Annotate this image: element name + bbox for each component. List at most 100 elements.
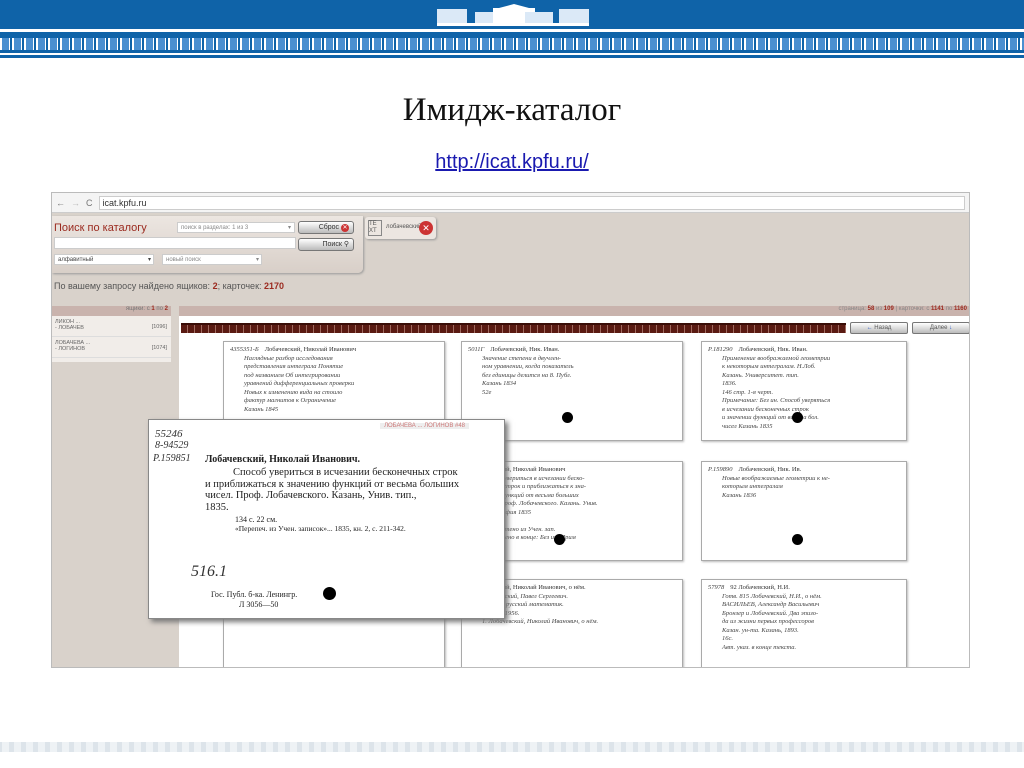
drawer-list: ящики: с 1 по 2 ЛИКОН ... - ЛОБАЧЕВ [1096]… — [52, 306, 171, 362]
catalog-card[interactable]: Р.181290 Лобачевский, Ник. Иван. Применени… — [701, 341, 907, 441]
catalog-screenshot: ← → C icat.kpfu.ru Поиск по каталогу пои… — [51, 192, 970, 668]
card-line: фактур магнитов к Ограничение — [244, 397, 337, 404]
card-line: под названием Об интегрировании — [244, 371, 341, 379]
card-hole — [792, 534, 803, 545]
reload-icon[interactable]: C — [86, 198, 93, 208]
card-line: Бронзер и Лобачевский. Два эпизо- — [722, 609, 819, 617]
address-bar[interactable]: icat.kpfu.ru — [98, 195, 965, 210]
search-button[interactable]: Поиск ⚲ — [298, 238, 354, 251]
search-term: лобачевский — [386, 224, 422, 230]
forward-icon[interactable]: → — [71, 198, 80, 208]
mode-select[interactable]: новый поиск ▾ — [162, 254, 262, 265]
card-line: 92 Лобачевский, Н.И. — [730, 584, 790, 591]
card-line: представления интеграла Понятие — [244, 363, 344, 370]
card-hole — [792, 412, 803, 423]
handwritten-mark: 8-94529 — [155, 440, 189, 451]
card-number: 4355351-Б — [230, 346, 259, 353]
card-line: уравнений дифференциальных проверки — [244, 380, 355, 387]
search-input[interactable] — [54, 237, 296, 249]
card-number: Р.159890 — [708, 466, 733, 473]
section-select[interactable]: поиск в разделах: 1 из 3 ▾ — [177, 222, 295, 233]
magnifier-icon: ⚲ — [343, 241, 349, 248]
card-viewer: страница: 58 из 109 | карточки: с 1141 п… — [148, 306, 969, 667]
card-line: Наглядные разбор исследования — [244, 354, 333, 362]
card-line: Применение воображаемой геометрии — [722, 354, 831, 362]
card-note: «Перепеч. из Учен. записок»... 1835, кн.… — [235, 524, 406, 533]
slide-title: Имидж-каталог — [402, 92, 622, 128]
footer-ornament — [0, 738, 1024, 768]
slide-header — [0, 0, 1024, 29]
card-line: 16с. — [722, 635, 734, 642]
catalog-card[interactable]: Р.159890 Лобачевский, Ник. Ив. Новые вообр… — [701, 461, 907, 561]
drawer-item[interactable]: ЛИКОН ... - ЛОБАЧЕВ [1096] — [52, 316, 171, 337]
arrow-left-icon: ← — [866, 325, 873, 331]
pager-info: страница: 58 из 109 | карточки: с 1141 п… — [179, 306, 969, 316]
search-panel: Поиск по каталогу поиск в разделах: 1 из… — [52, 216, 363, 273]
catalog-card[interactable]: 57978 92 Лобачевский, Н.И. Готв. 815 Лобач… — [701, 579, 907, 667]
card-line: Казань. Университет. тип. — [722, 371, 799, 379]
shelf-mark: 516.1 — [191, 563, 227, 580]
card-line: 146 стр. 1-я черт. — [722, 388, 774, 396]
arrow-down-icon: ↓ — [949, 325, 953, 331]
card-line: Лобачевский, Ник. Ив. — [738, 466, 802, 473]
card-title: Способ увериться в исчезании бесконечных… — [205, 467, 460, 513]
next-button[interactable]: Далее ↓ — [912, 322, 969, 334]
card-line: ВАСИЛЬЕВ, Александр Васильевич — [722, 601, 820, 608]
back-button[interactable]: ← Назад — [850, 322, 908, 334]
card-preview-popup: ЛОБАЧЕВА ... ЛОГИНОВ #48 55246 8-94529 Р… — [148, 419, 505, 619]
meander-ornament — [0, 29, 1024, 58]
handwritten-mark: Р.159851 — [153, 453, 191, 464]
card-pages: 134 с. 22 см. — [235, 515, 278, 524]
card-number: 57978 — [708, 584, 725, 591]
popup-drawer-label: ЛОБАЧЕВА ... ЛОГИНОВ #48 — [380, 423, 469, 429]
reset-button[interactable]: Сброс ✕ — [298, 221, 354, 234]
card-line: Казань 1845 — [244, 405, 279, 413]
card-line: к некоторым интегралам. Н.Лоб. — [722, 363, 816, 370]
back-icon[interactable]: ← — [56, 198, 65, 208]
card-number: 5011Г — [468, 346, 485, 353]
results-summary: По вашему запросу найдено ящиков: 2; кар… — [54, 281, 285, 291]
card-hole — [323, 587, 336, 600]
card-line: Лобачевский, Ник. Иван. — [490, 346, 560, 353]
catalog-link[interactable]: http://icat.kpfu.ru/ — [0, 151, 1024, 174]
sort-select[interactable]: алфавитный ▾ — [54, 254, 154, 265]
card-line: без единицы делится на 8. Публ. — [482, 371, 572, 379]
card-line: Авт. указ. в конце текста. — [722, 643, 797, 651]
search-term-tag: TE XT лобачевский ✕ — [365, 217, 436, 239]
card-line: Значение степени в двучлен- — [482, 354, 562, 362]
card-code: Л 3056—50 — [239, 600, 279, 609]
card-line: Новые воображаемые геометрии к не- — [722, 474, 830, 482]
card-number: Р.181290 — [708, 346, 733, 353]
card-line: 1. Лобачевский, Николай Иванович, о нём. — [482, 618, 599, 625]
browser-toolbar: ← → C icat.kpfu.ru — [52, 193, 969, 213]
card-line: 52е — [482, 388, 492, 396]
text-icon: TE XT — [368, 220, 382, 236]
card-line: Готв. 815 Лобачевский, Н.И., о нём. — [722, 592, 822, 600]
card-line: Примечание: Без ин. Способ уверяться — [722, 397, 831, 404]
card-line: да из жизни первых профессоров — [722, 618, 814, 625]
card-line: Казань 1836 — [722, 491, 757, 499]
card-line: в исчезании бесконечных строк — [722, 405, 809, 413]
remove-term-icon[interactable]: ✕ — [419, 221, 433, 235]
card-line: которым интегралам — [722, 483, 783, 490]
card-line: Казан. ун-та. Казань, 1893. — [722, 626, 799, 634]
url-text: icat.kpfu.ru — [102, 197, 147, 208]
card-line: 1836. — [722, 380, 737, 387]
card-line: Новых к изменению вида на стоило — [244, 388, 343, 396]
search-title: Поиск по каталогу — [54, 222, 147, 234]
card-line: Казань 1834 — [482, 380, 517, 387]
card-line: ном уравнении, когда показатель — [482, 363, 574, 370]
card-line: Лобачевский, Ник. Иван. — [738, 346, 808, 353]
card-line: Лобачевский, Николай Иванович — [264, 346, 357, 353]
handwritten-mark: 55246 — [155, 428, 183, 440]
card-library: Гос. Публ. б-ка. Ленингр. — [211, 590, 298, 599]
card-line: чисел Казань 1835 — [722, 422, 773, 430]
card-author: Лобачевский, Николай Иванович. — [205, 454, 361, 465]
university-building-logo — [437, 4, 589, 26]
film-strip-scrollbar[interactable] — [181, 323, 846, 333]
close-icon: ✕ — [341, 224, 349, 232]
card-hole — [562, 412, 573, 423]
card-line: и значении функций от весьма бол. — [722, 414, 819, 421]
drawer-item[interactable]: ЛОБАЧЕВА ... - ЛОГИНОВ [1074] — [52, 337, 171, 358]
drawer-list-header: ящики: с 1 по 2 — [52, 306, 171, 316]
